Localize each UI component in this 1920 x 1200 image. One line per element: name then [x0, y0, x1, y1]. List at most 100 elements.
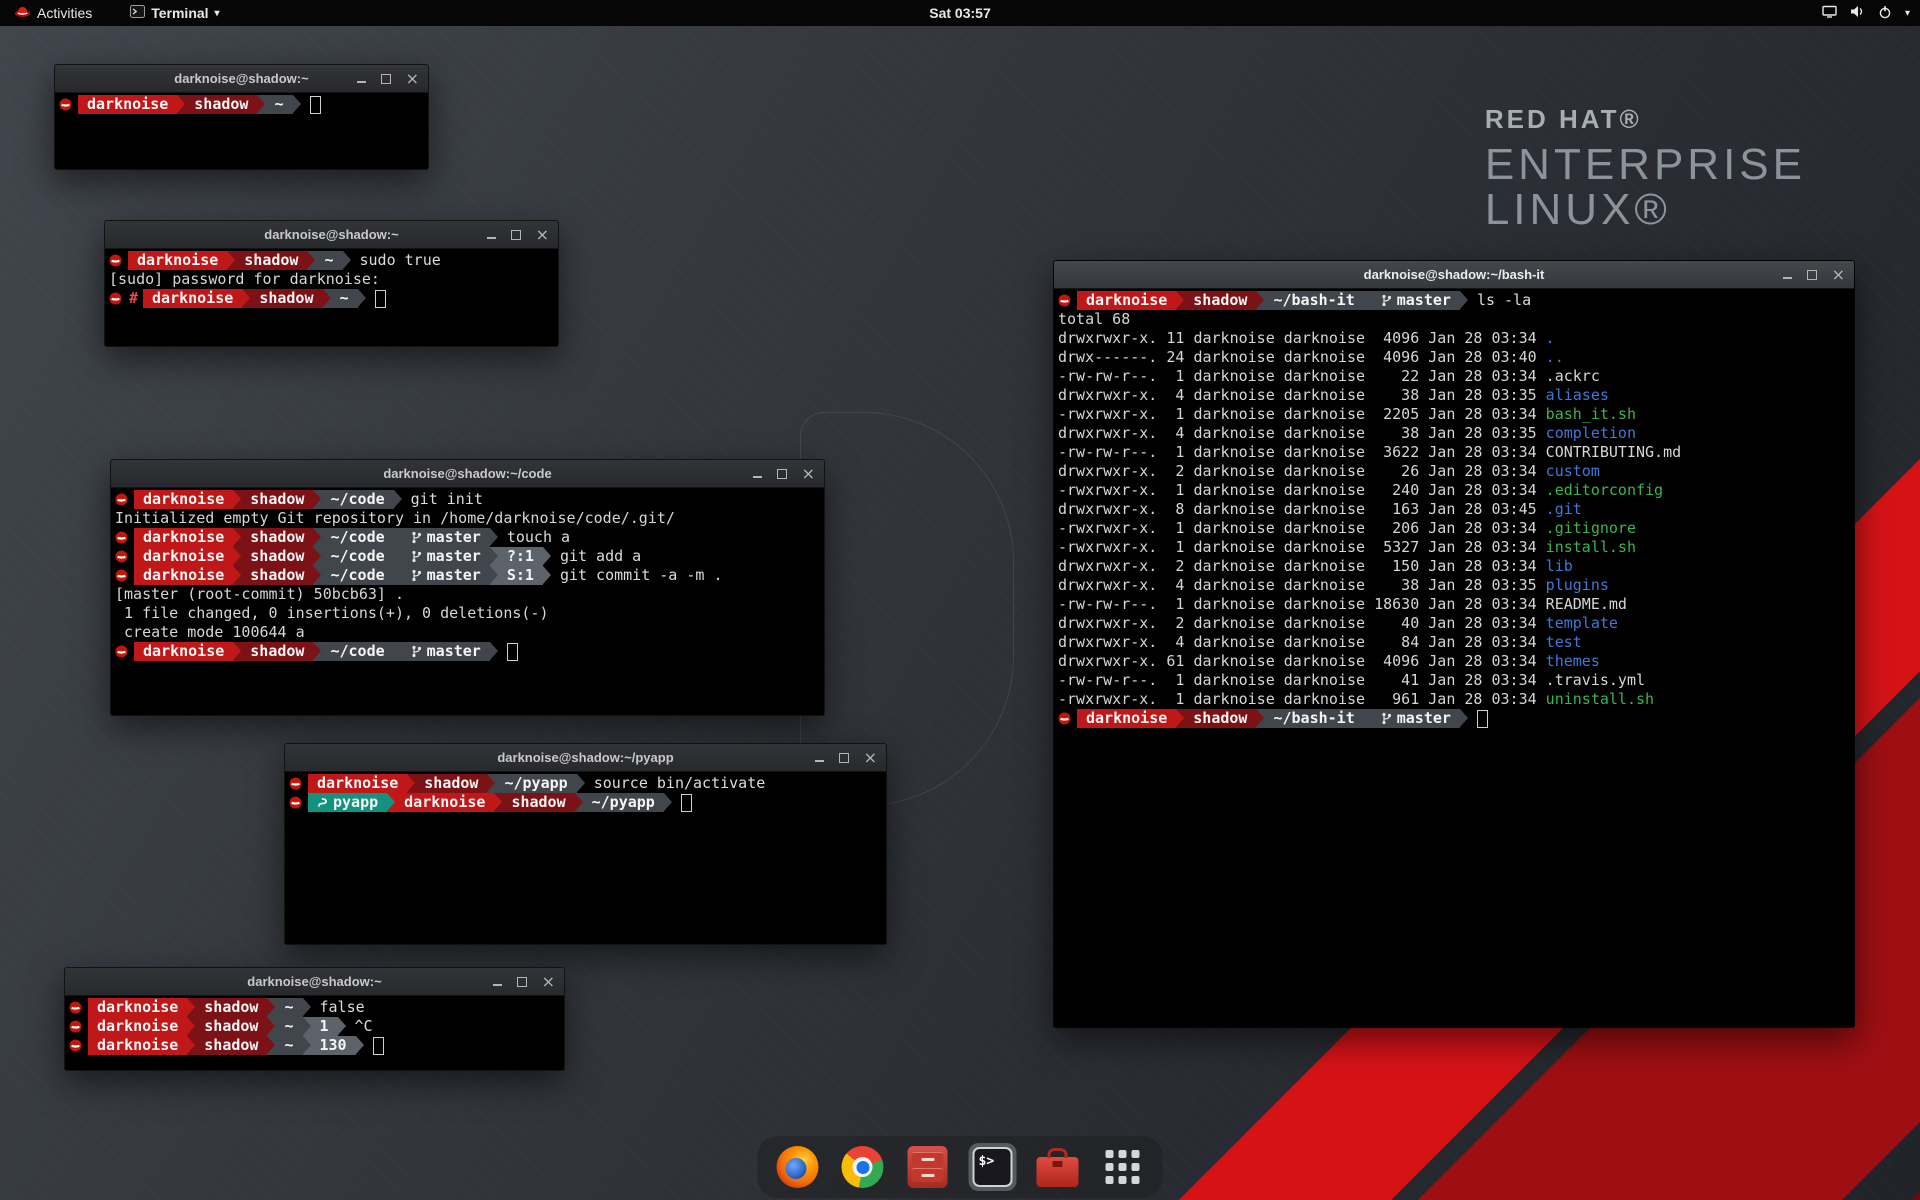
maximize-button[interactable] [381, 74, 391, 84]
redhat-prompt-icon [69, 1020, 82, 1033]
prompt-segment-path: ~/bash-it [1264, 291, 1363, 310]
prompt-segment-exit: 1 [311, 1017, 338, 1036]
terminal-line: -rwxrwxr-x. 1 darknoise darknoise 206 Ja… [1058, 519, 1850, 538]
file-name: lib [1546, 557, 1573, 576]
output-text: 1 file changed, 0 insertions(+), 0 delet… [115, 604, 548, 623]
chrome-icon[interactable] [839, 1143, 887, 1191]
powerline-arrow [293, 95, 301, 114]
minimize-button[interactable] [1783, 270, 1792, 279]
terminal-line: create mode 100644 a [115, 623, 820, 642]
ls-meta: -rwxrwxr-x. 1 darknoise darknoise 2205 J… [1058, 405, 1546, 424]
close-button[interactable]: × [802, 466, 815, 482]
minimize-button[interactable] [753, 469, 762, 478]
terminal-window[interactable]: darknoise@shadow:~ × darknoiseshadow~fal… [64, 967, 565, 1071]
root-marker: # [129, 289, 138, 308]
terminal-content[interactable]: darknoiseshadow~sudo true[sudo] password… [105, 249, 558, 346]
powerline-arrow [313, 490, 321, 509]
titlebar[interactable]: darknoise@shadow:~/bash-it × [1054, 261, 1854, 289]
terminal-content[interactable]: darknoiseshadow~falsedarknoiseshadow~1^C… [65, 996, 564, 1070]
app-grid-icon[interactable] [1099, 1143, 1147, 1191]
redhat-logo-icon [14, 5, 31, 21]
ls-meta: drwxrwxr-x. 2 darknoise darknoise 26 Jan… [1058, 462, 1546, 481]
titlebar[interactable]: darknoise@shadow:~/pyapp × [285, 744, 886, 772]
maximize-button[interactable] [511, 230, 521, 240]
terminal-cursor [373, 1037, 384, 1055]
display-icon[interactable] [1822, 5, 1837, 21]
minimize-button[interactable] [815, 753, 824, 762]
redhat-prompt-icon [69, 1001, 82, 1014]
terminal-window[interactable]: darknoise@shadow:~/pyapp × darknoiseshad… [284, 743, 887, 945]
prompt-segment-user: darknoise [134, 528, 233, 547]
maximize-button[interactable] [517, 977, 527, 987]
files-icon[interactable] [904, 1143, 952, 1191]
chevron-down-icon: ▾ [215, 8, 220, 19]
maximize-button[interactable] [1807, 270, 1817, 280]
redhat-prompt-icon [109, 254, 122, 267]
terminal-line: darknoiseshadow~/codemasterS:1git commit… [115, 566, 820, 585]
ls-meta: -rw-rw-r--. 1 darknoise darknoise 22 Jan… [1058, 367, 1546, 386]
terminal-window[interactable]: darknoise@shadow:~/code × darknoiseshado… [110, 459, 825, 716]
prompt-segment-path: ~/code [321, 547, 393, 566]
minimize-button[interactable] [487, 230, 496, 239]
powerline-arrow [313, 547, 321, 566]
titlebar[interactable]: darknoise@shadow:~/code × [111, 460, 824, 488]
ls-meta: drwxrwxr-x. 61 darknoise darknoise 4096 … [1058, 652, 1546, 671]
titlebar[interactable]: darknoise@shadow:~ × [65, 968, 564, 996]
titlebar[interactable]: darknoise@shadow:~ × [55, 65, 428, 93]
prompt-segment-path: ~ [315, 251, 342, 270]
prompt-segment-path: ~/code [321, 490, 393, 509]
ls-meta: drwxrwxr-x. 8 darknoise darknoise 163 Ja… [1058, 500, 1546, 519]
powerline-arrow [303, 1017, 311, 1036]
maximize-button[interactable] [777, 469, 787, 479]
minimize-button[interactable] [493, 977, 502, 986]
prompt-segment-user: darknoise [88, 1036, 187, 1055]
titlebar[interactable]: darknoise@shadow:~ × [105, 221, 558, 249]
minimize-button[interactable] [357, 74, 366, 83]
maximize-button[interactable] [839, 753, 849, 763]
terminal-content[interactable]: darknoiseshadow~/pyappsource bin/activat… [285, 772, 886, 944]
terminal-line: drwxrwxr-x. 61 darknoise darknoise 4096 … [1058, 652, 1850, 671]
close-button[interactable]: × [536, 227, 549, 243]
clock[interactable]: Sat 03:57 [929, 5, 990, 21]
command-text: git init [411, 490, 483, 509]
activities-button[interactable]: Activities [8, 0, 98, 26]
terminal-line: drwxrwxr-x. 11 darknoise darknoise 4096 … [1058, 329, 1850, 348]
powerline-arrow [267, 1036, 275, 1055]
terminal-window[interactable]: darknoise@shadow:~ × darknoiseshadow~ [54, 64, 429, 170]
app-menu-terminal[interactable]: Terminal ▾ [124, 0, 225, 26]
toolbox-icon[interactable] [1034, 1143, 1082, 1191]
terminal-icon[interactable]: $> [969, 1143, 1017, 1191]
prompt-segment-path: ~ [275, 1036, 302, 1055]
chevron-down-icon[interactable]: ▾ [1905, 8, 1910, 19]
volume-icon[interactable] [1850, 5, 1865, 21]
close-button[interactable]: × [406, 71, 419, 87]
prompt-segment-path: ~/code [321, 528, 393, 547]
close-button[interactable]: × [864, 750, 877, 766]
terminal-window[interactable]: darknoise@shadow:~ × darknoiseshadow~sud… [104, 220, 559, 347]
prompt-segment-host: shadow [415, 774, 487, 793]
ls-meta: drwxrwxr-x. 4 darknoise darknoise 38 Jan… [1058, 576, 1546, 595]
prompt-segment-host: shadow [241, 642, 313, 661]
redhat-prompt-icon [1058, 294, 1071, 307]
prompt-segment-path: ~ [275, 998, 302, 1017]
command-text: ls -la [1477, 291, 1531, 310]
firefox-icon[interactable] [774, 1143, 822, 1191]
terminal-content[interactable]: darknoiseshadow~/bash-itmasterls -latota… [1054, 289, 1854, 1027]
terminal-content[interactable]: darknoiseshadow~/codegit initInitialized… [111, 488, 824, 715]
close-button[interactable]: × [1832, 267, 1845, 283]
output-text: create mode 100644 a [115, 623, 305, 642]
prompt-segment-git: master [402, 528, 490, 547]
prompt-segment-host: shadow [241, 566, 313, 585]
powerline-arrow [1256, 709, 1264, 728]
top-bar: Activities Terminal ▾ Sat 03:57 ▾ [0, 0, 1920, 26]
terminal-window[interactable]: darknoise@shadow:~/bash-it × darknoisesh… [1053, 260, 1855, 1028]
app-menu-label: Terminal [151, 5, 208, 21]
output-text: [master (root-commit) 50bcb63] . [115, 585, 404, 604]
powerline-arrow [394, 566, 402, 585]
power-icon[interactable] [1878, 5, 1892, 22]
prompt-segment-host: shadow [241, 528, 313, 547]
prompt-segment-host: shadow [195, 1036, 267, 1055]
close-button[interactable]: × [542, 974, 555, 990]
file-name: .. [1546, 348, 1564, 367]
terminal-content[interactable]: darknoiseshadow~ [55, 93, 428, 169]
